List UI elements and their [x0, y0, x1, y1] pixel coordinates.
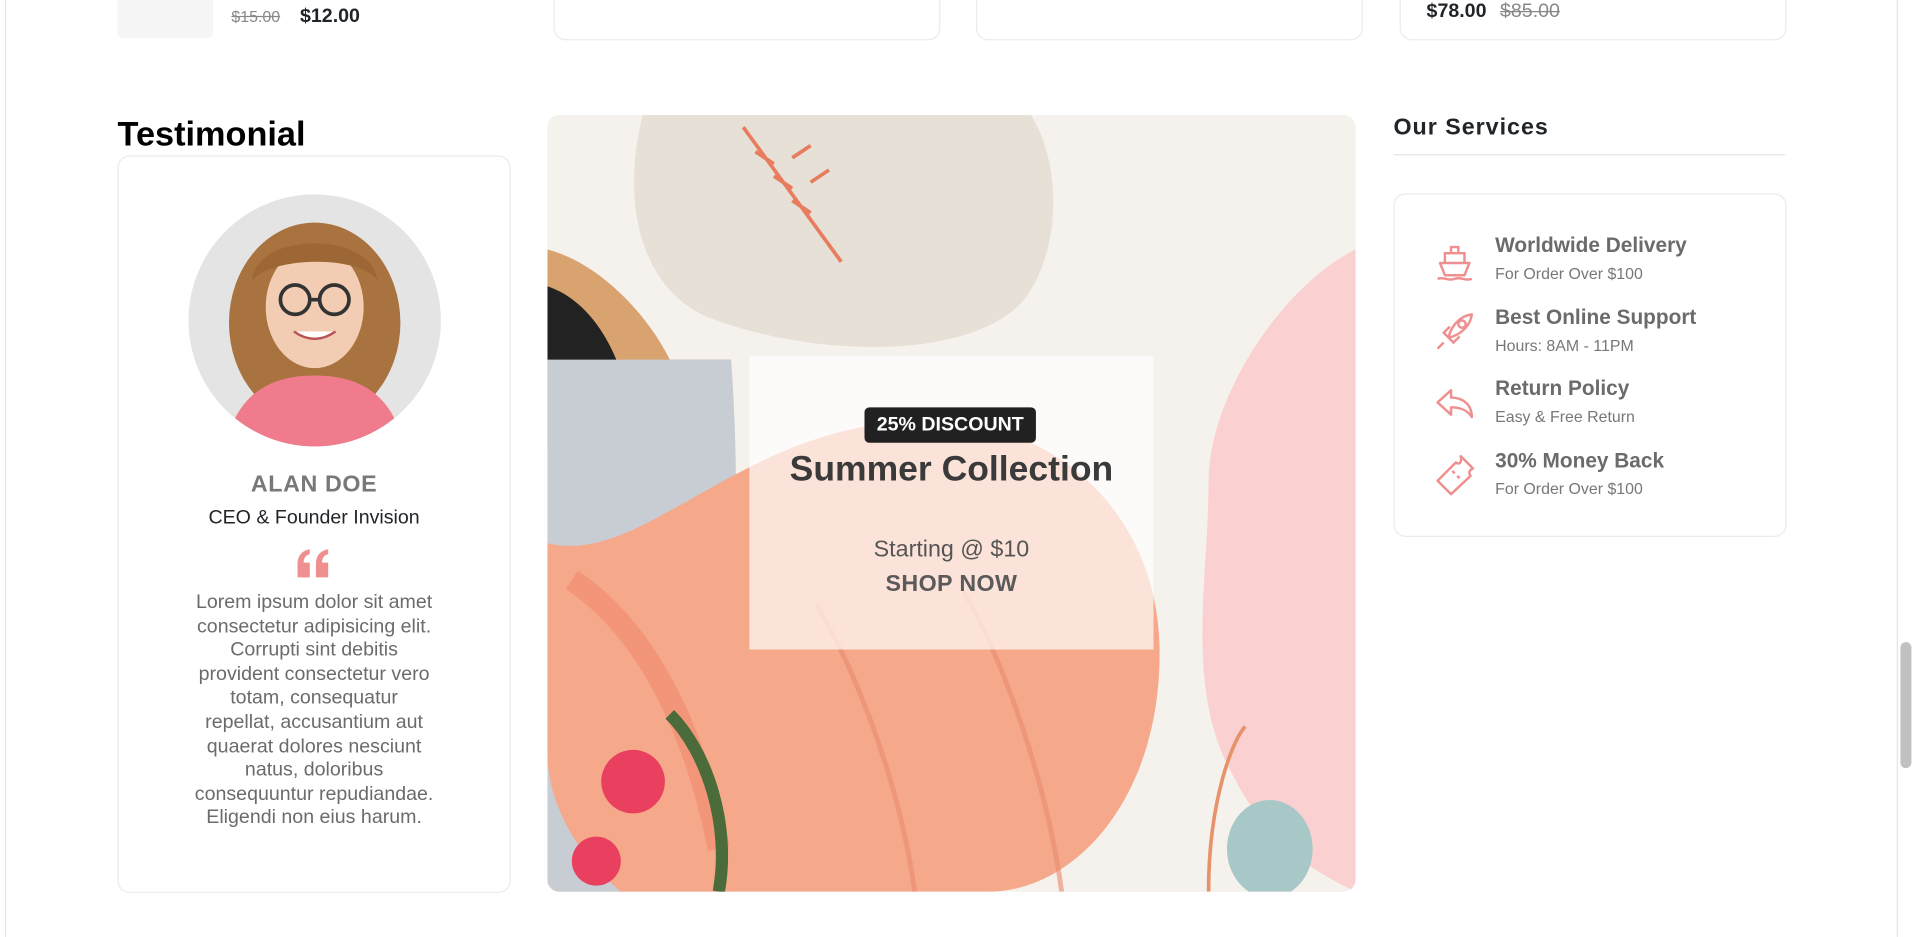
- page-left-border: [4, 0, 7, 937]
- page-viewport: $15.00 $12.00 $78.00 $85.00 Testimonial …: [0, 0, 1920, 937]
- product-card[interactable]: [975, 0, 1363, 41]
- scrollbar-track[interactable]: [1900, 0, 1916, 937]
- service-desc: Hours: 8AM - 11PM: [1495, 336, 1634, 355]
- service-item: 30% Money Back For Order Over $100: [1431, 449, 1774, 505]
- service-item: Worldwide Delivery For Order Over $100: [1431, 234, 1774, 290]
- discount-badge: 25% DISCOUNT: [864, 407, 1036, 443]
- testimonial-section-title: Testimonial: [117, 114, 306, 153]
- product-price: $12.00: [300, 6, 360, 27]
- testimonial-author-role: CEO & Founder Invision: [208, 507, 420, 529]
- service-item: Return Policy Easy & Free Return: [1431, 377, 1774, 433]
- service-item: Best Online Support Hours: 8AM - 11PM: [1431, 306, 1774, 362]
- services-divider: [1393, 154, 1786, 156]
- testimonial-card: ALAN DOE CEO & Founder Invision Lorem ip…: [117, 155, 511, 893]
- boat-icon: [1437, 245, 1473, 281]
- arrow-undo-icon: [1436, 388, 1474, 419]
- product-old-price: $85.00: [1500, 1, 1560, 23]
- testimonial-text: Lorem ipsum dolor sit amet consectetur a…: [194, 592, 434, 829]
- service-desc: For Order Over $100: [1495, 479, 1643, 498]
- ticket-icon: [1436, 455, 1475, 496]
- service-desc: For Order Over $100: [1495, 264, 1643, 283]
- service-desc: Easy & Free Return: [1495, 407, 1635, 426]
- service-name: Best Online Support: [1495, 305, 1697, 330]
- product-old-price: $15.00: [231, 7, 281, 26]
- page-right-border: [1896, 0, 1898, 937]
- rocket-icon: [1436, 313, 1474, 350]
- testimonial-author-name: ALAN DOE: [250, 472, 378, 498]
- banner-title: Summer Collection: [789, 450, 1114, 490]
- product-thumbnail[interactable]: [117, 0, 214, 38]
- product-price: $78.00: [1426, 1, 1487, 23]
- services-title: Our Services: [1393, 114, 1549, 141]
- shop-now-link[interactable]: SHOP NOW: [749, 571, 1153, 598]
- service-name: 30% Money Back: [1495, 448, 1665, 473]
- promo-banner[interactable]: 25% DISCOUNT Summer Collection Starting …: [547, 114, 1356, 892]
- avatar: [188, 194, 441, 447]
- banner-subtitle: Starting @ $10: [873, 536, 1030, 563]
- banner-overlay: 25% DISCOUNT Summer Collection Starting …: [749, 355, 1154, 650]
- services-card: Worldwide Delivery For Order Over $100 B…: [1393, 193, 1787, 537]
- service-name: Return Policy: [1495, 376, 1630, 400]
- product-card[interactable]: [553, 0, 941, 41]
- scrollbar-thumb[interactable]: [1900, 642, 1912, 769]
- quote-icon: [297, 549, 329, 578]
- service-name: Worldwide Delivery: [1495, 233, 1687, 257]
